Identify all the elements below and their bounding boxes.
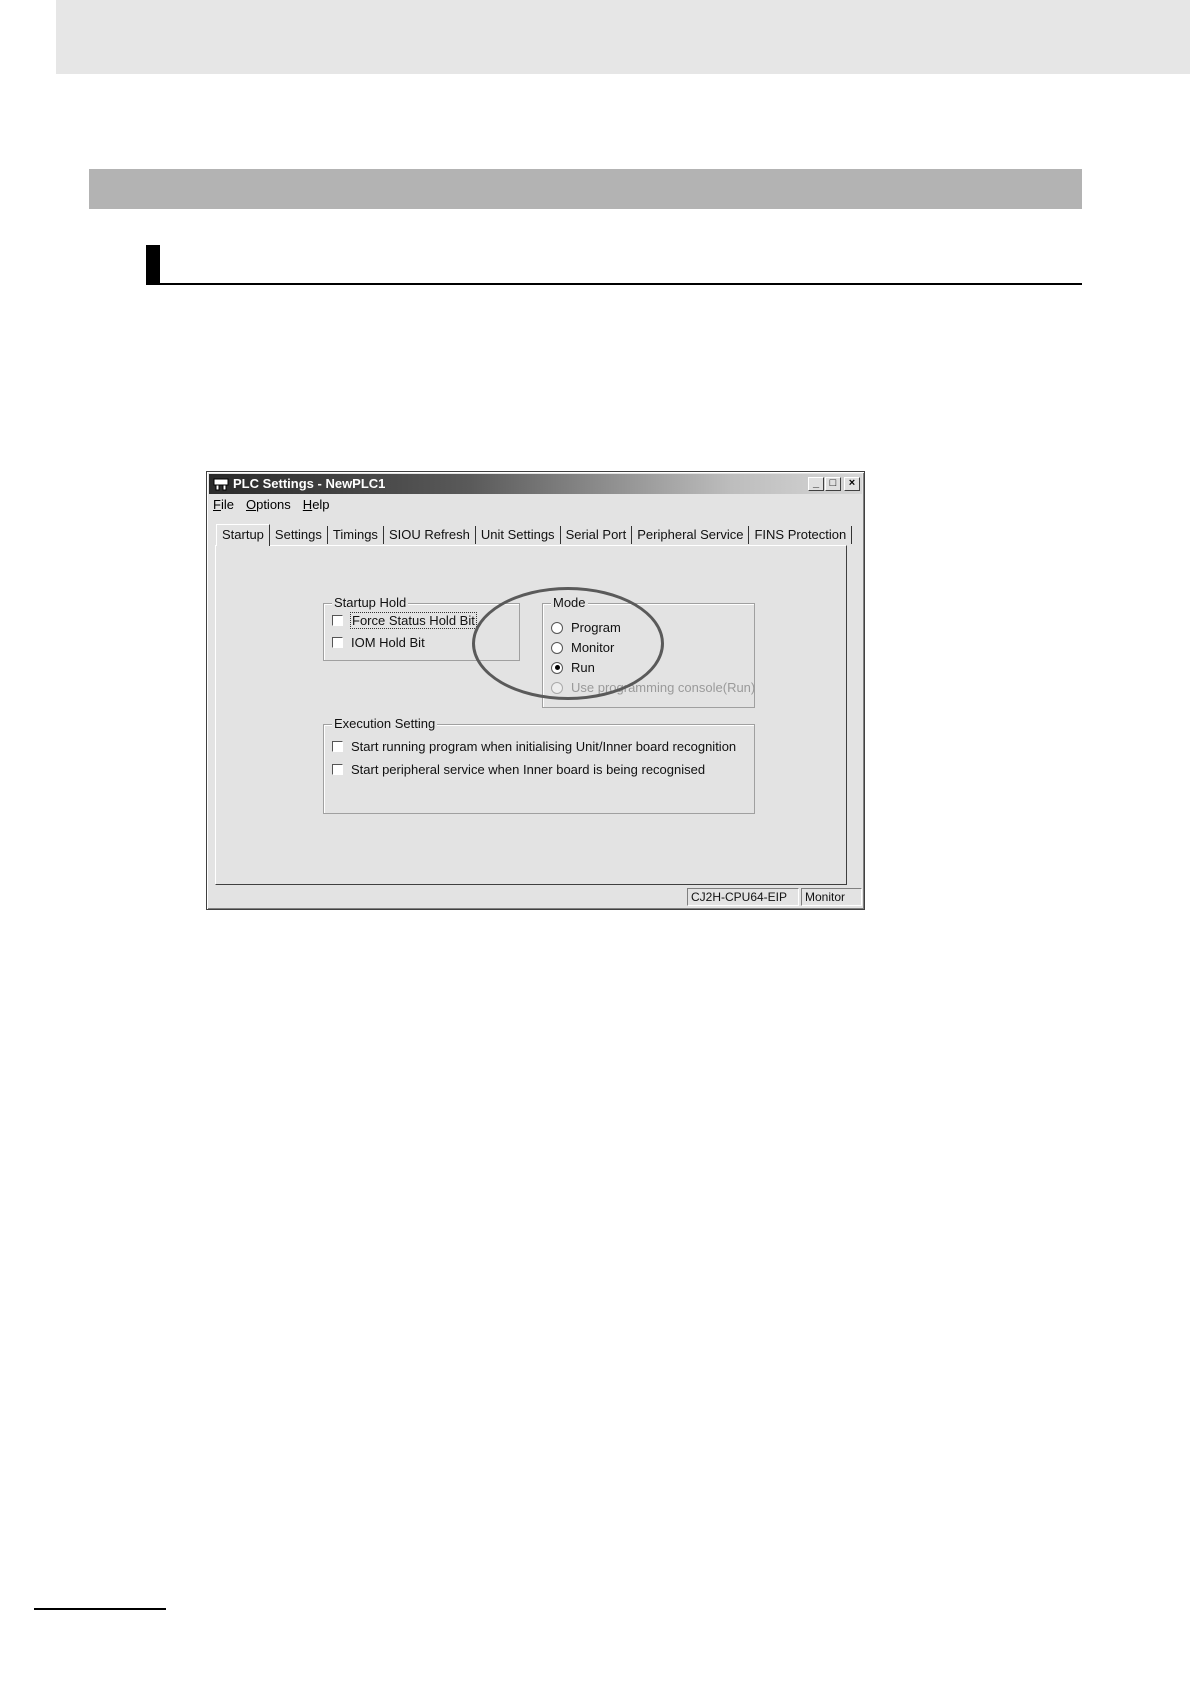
iom-hold-bit-label: IOM Hold Bit xyxy=(351,635,425,650)
menu-file[interactable]: File xyxy=(213,496,234,514)
title-bar[interactable]: PLC Settings - NewPLC1 _ □ × xyxy=(209,474,862,494)
mode-monitor-radio[interactable] xyxy=(551,641,563,654)
tab-strip: Startup Settings Timings SIOU Refresh Un… xyxy=(216,524,853,546)
status-bar: CJ2H-CPU64-EIP Monitor xyxy=(209,888,862,907)
plc-settings-window: PLC Settings - NewPLC1 _ □ × File Option… xyxy=(206,471,865,910)
footer-rule xyxy=(34,1608,166,1610)
status-model: CJ2H-CPU64-EIP xyxy=(687,888,799,906)
mode-console-label: Use programming console(Run) xyxy=(571,680,756,695)
maximize-button[interactable]: □ xyxy=(825,477,841,491)
mode-program-label: Program xyxy=(571,620,621,635)
menu-help[interactable]: Help xyxy=(303,496,330,514)
close-button[interactable]: × xyxy=(844,477,860,491)
menu-bar: File Options Help xyxy=(213,496,330,514)
mode-group: Mode Program Monitor Run Use programming… xyxy=(542,595,755,708)
section-heading-bar xyxy=(89,169,1082,209)
mode-program-option[interactable]: Program xyxy=(551,620,621,635)
force-status-hold-bit-option[interactable]: Force Status Hold Bit xyxy=(332,612,477,629)
mode-label: Mode xyxy=(551,595,588,611)
page-header-band xyxy=(56,0,1190,74)
mode-monitor-option[interactable]: Monitor xyxy=(551,640,614,655)
startup-hold-group: Startup Hold Force Status Hold Bit IOM H… xyxy=(323,595,520,661)
iom-hold-bit-option[interactable]: IOM Hold Bit xyxy=(332,635,425,650)
force-status-hold-bit-label: Force Status Hold Bit xyxy=(350,612,477,629)
tab-startup[interactable]: Startup xyxy=(216,524,270,546)
radio-selected-dot xyxy=(554,665,560,670)
start-running-program-checkbox[interactable] xyxy=(332,741,343,752)
tab-serial-port[interactable]: Serial Port xyxy=(561,526,633,544)
tab-fins-protection[interactable]: FINS Protection xyxy=(749,526,853,544)
mode-run-label: Run xyxy=(571,660,595,675)
tab-unit-settings[interactable]: Unit Settings xyxy=(476,526,561,544)
force-status-hold-bit-checkbox[interactable] xyxy=(332,615,343,626)
startup-hold-label: Startup Hold xyxy=(332,595,409,611)
mode-monitor-label: Monitor xyxy=(571,640,615,655)
tab-timings[interactable]: Timings xyxy=(328,526,384,544)
plc-app-icon xyxy=(213,478,229,491)
execution-setting-label: Execution Setting xyxy=(332,716,438,732)
subsection-marker xyxy=(146,245,160,285)
mode-program-radio[interactable] xyxy=(551,621,563,634)
window-title: PLC Settings - NewPLC1 xyxy=(233,476,386,491)
menu-options[interactable]: Options xyxy=(246,496,291,514)
mode-run-radio[interactable] xyxy=(551,661,563,674)
minimize-icon: _ xyxy=(812,477,820,489)
iom-hold-bit-checkbox[interactable] xyxy=(332,637,343,648)
maximize-icon: □ xyxy=(829,477,837,489)
subsection-rule xyxy=(146,283,1082,285)
status-mode: Monitor xyxy=(801,888,862,906)
mode-run-option[interactable]: Run xyxy=(551,660,595,675)
start-peripheral-service-option[interactable]: Start peripheral service when Inner boar… xyxy=(332,762,705,777)
start-running-program-label: Start running program when initialising … xyxy=(351,739,737,754)
start-peripheral-service-checkbox[interactable] xyxy=(332,764,343,775)
minimize-button[interactable]: _ xyxy=(808,477,824,491)
tab-settings[interactable]: Settings xyxy=(270,526,328,544)
tab-siou-refresh[interactable]: SIOU Refresh xyxy=(384,526,476,544)
start-running-program-option[interactable]: Start running program when initialising … xyxy=(332,739,736,754)
tab-peripheral-service[interactable]: Peripheral Service xyxy=(632,526,750,544)
execution-setting-group: Execution Setting Start running program … xyxy=(323,716,755,814)
close-icon: × xyxy=(848,477,856,489)
startup-tab-panel: Startup Hold Force Status Hold Bit IOM H… xyxy=(215,545,847,885)
mode-console-radio xyxy=(551,681,563,694)
start-peripheral-service-label: Start peripheral service when Inner boar… xyxy=(351,762,706,777)
mode-console-option: Use programming console(Run) xyxy=(551,680,755,695)
